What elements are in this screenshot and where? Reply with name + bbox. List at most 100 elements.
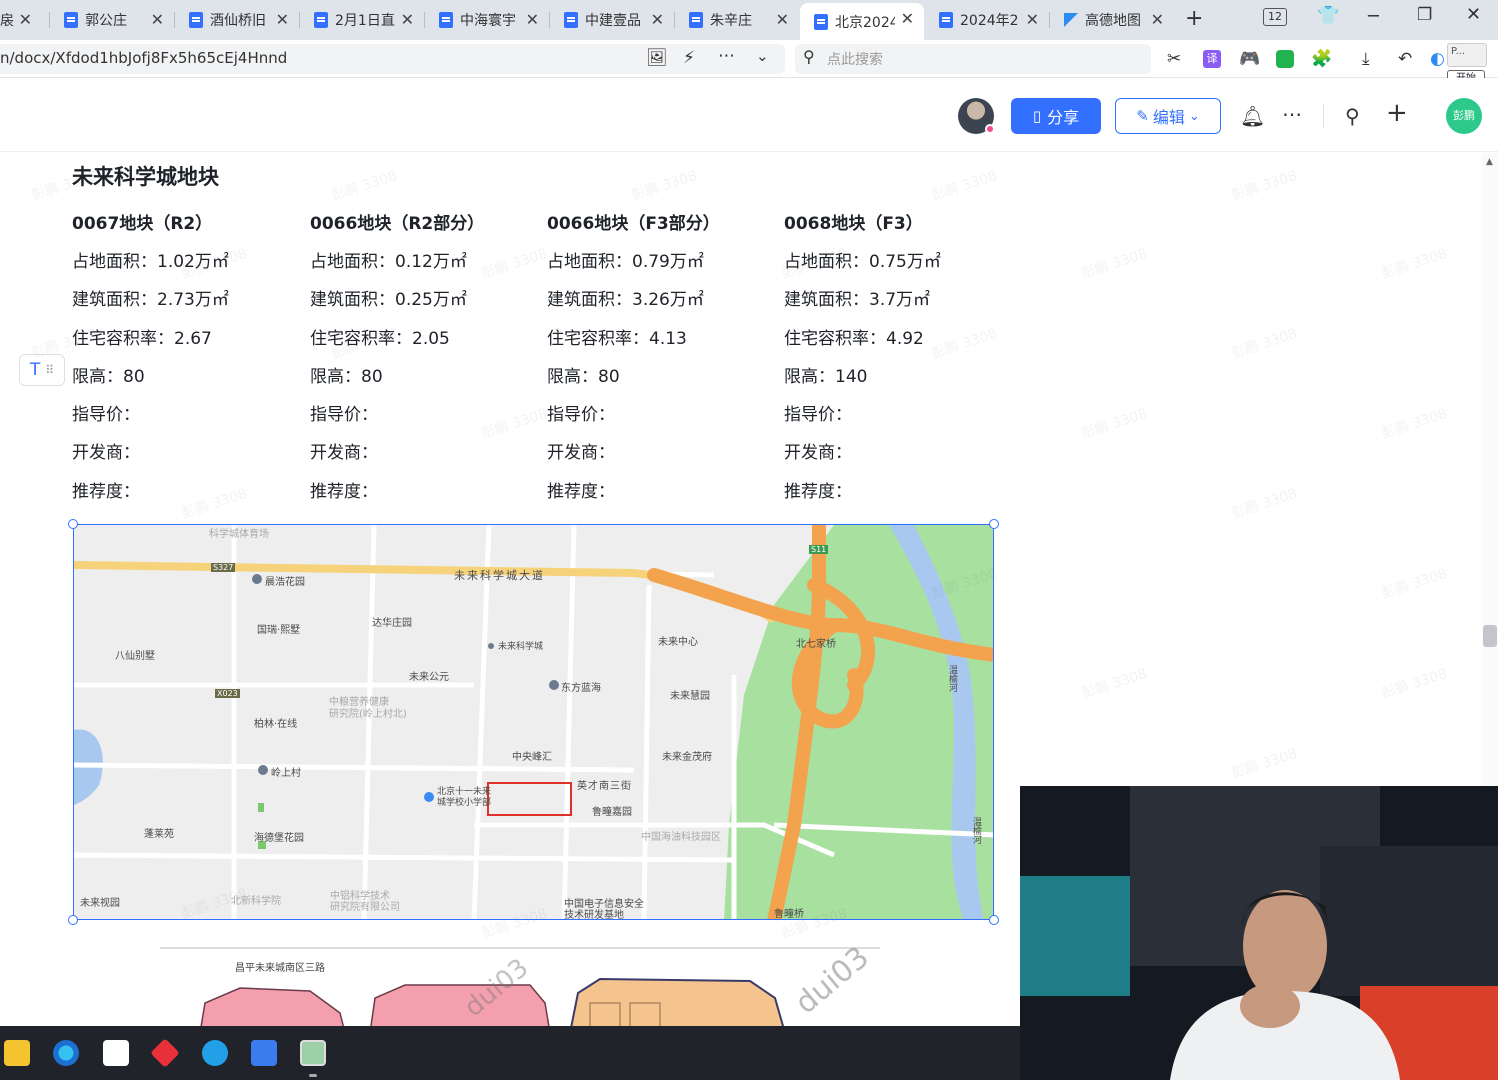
browser-icon[interactable] bbox=[202, 1040, 228, 1066]
app-red-icon[interactable] bbox=[150, 1038, 180, 1068]
guide-price: 指导价： bbox=[547, 405, 615, 426]
developer: 开发商： bbox=[310, 443, 378, 464]
resize-handle[interactable] bbox=[989, 915, 999, 925]
resize-handle[interactable] bbox=[68, 915, 78, 925]
browser-tab[interactable]: 朱辛庄 ✕ bbox=[675, 4, 799, 36]
extension-popup[interactable]: P... bbox=[1447, 43, 1487, 67]
file-explorer-icon[interactable] bbox=[4, 1040, 30, 1066]
block-handle[interactable]: T ⠿ bbox=[19, 354, 65, 386]
map-label: 岭上村 bbox=[271, 768, 301, 779]
game-icon[interactable]: 🎮 bbox=[1239, 49, 1260, 69]
recommendation: 推荐度： bbox=[72, 481, 140, 502]
watermark: 彭鹏 3308 bbox=[1229, 325, 1300, 363]
browser-tab[interactable]: 中建壹品 ✕ bbox=[550, 4, 674, 36]
share-button[interactable]: ▯ 分享 bbox=[1011, 98, 1101, 134]
watermark: 彭鹏 3308 bbox=[1079, 245, 1150, 283]
doc-icon bbox=[189, 12, 203, 28]
map-label: 晨浩花园 bbox=[265, 577, 305, 588]
search-input[interactable]: ⚲ 点此搜索 bbox=[795, 44, 1151, 74]
close-icon[interactable]: ✕ bbox=[776, 10, 789, 29]
plan-image[interactable]: 昌平未来城南区三路 dui03 dui03 bbox=[160, 943, 880, 1026]
browser-tab[interactable]: 高德地图 ✕ bbox=[1050, 4, 1174, 36]
land-area: 占地面积：1.02万㎡ bbox=[72, 252, 229, 272]
edge-icon[interactable] bbox=[53, 1040, 79, 1066]
text-type-icon: T bbox=[29, 360, 41, 380]
map-label: 未来科学城 bbox=[498, 642, 544, 652]
parcel-column: 0068地块（F3） 占地面积：0.75万㎡ 建筑面积：3.7万㎡ 住宅容积率：… bbox=[784, 209, 1014, 515]
close-icon[interactable]: ✕ bbox=[901, 9, 914, 28]
search-icon[interactable]: ⚲ bbox=[1345, 104, 1360, 128]
road-sign: S11 bbox=[809, 545, 829, 554]
store-icon[interactable] bbox=[103, 1040, 129, 1066]
chevron-down-icon[interactable]: ⌄ bbox=[756, 47, 769, 65]
lark-icon[interactable] bbox=[251, 1040, 277, 1066]
more-icon[interactable]: ⋯ bbox=[718, 46, 735, 66]
map-icon bbox=[1064, 12, 1078, 28]
edit-label: 编辑 bbox=[1152, 108, 1185, 127]
add-icon[interactable]: + bbox=[1386, 98, 1408, 128]
map-label: 东方蓝海 bbox=[561, 683, 601, 694]
floor-area-ratio: 住宅容积率：4.13 bbox=[547, 328, 687, 349]
status-dot bbox=[985, 124, 995, 134]
watermark: 彭鹏 3308 bbox=[1229, 167, 1300, 205]
close-icon[interactable]: ✕ bbox=[151, 10, 164, 29]
more-icon[interactable]: ⋯ bbox=[1282, 102, 1302, 126]
building-area: 建筑面积：0.25万㎡ bbox=[310, 290, 467, 311]
user-avatar[interactable]: 彭鹏 bbox=[1446, 98, 1482, 134]
close-icon[interactable]: ✕ bbox=[276, 10, 289, 29]
browser-tab[interactable]: 酒仙桥旧 ✕ bbox=[175, 4, 299, 36]
tab-count-badge[interactable]: 12 bbox=[1263, 8, 1287, 26]
minimize-icon[interactable]: ─ bbox=[1368, 6, 1379, 27]
restore-icon[interactable]: ❐ bbox=[1417, 5, 1432, 25]
close-icon[interactable]: ✕ bbox=[19, 10, 32, 29]
close-window-icon[interactable]: ✕ bbox=[1466, 4, 1481, 25]
close-icon[interactable]: ✕ bbox=[1151, 10, 1164, 29]
shirt-icon[interactable]: 👕 bbox=[1317, 5, 1339, 26]
new-tab-icon[interactable]: + bbox=[1185, 6, 1203, 31]
image-icon[interactable]: 🖼 bbox=[646, 48, 668, 68]
scrollbar-thumb[interactable] bbox=[1483, 625, 1497, 647]
browser-tab[interactable]: 2月1日直 ✕ bbox=[300, 4, 424, 36]
scroll-up-icon[interactable]: ▲ bbox=[1486, 157, 1493, 167]
extension-icon[interactable]: 🧩 bbox=[1311, 49, 1332, 69]
url-bar[interactable]: n/docx/Xfdod1hbJofj8Fx5h65cEj4Hnnd 🖼 ⚡ ⋯… bbox=[0, 44, 785, 74]
image-viewer-icon[interactable] bbox=[300, 1040, 326, 1066]
close-icon[interactable]: ✕ bbox=[651, 10, 664, 29]
map-label: 未来中心 bbox=[658, 637, 698, 648]
bookmark-icon[interactable] bbox=[1276, 50, 1294, 68]
developer: 开发商： bbox=[72, 443, 140, 464]
resize-handle[interactable] bbox=[989, 519, 999, 529]
edit-button[interactable]: ✎ 编辑 ⌄ bbox=[1115, 98, 1221, 134]
bell-icon[interactable]: 🔔︎ bbox=[1240, 104, 1265, 128]
taskbar bbox=[0, 1026, 1020, 1080]
watermark: 彭鹏 3308 bbox=[1229, 745, 1300, 783]
webcam-overlay bbox=[1020, 786, 1498, 1080]
browser-tab[interactable]: 2024年2 ✕ bbox=[925, 4, 1049, 36]
browser-logo-icon[interactable]: ◐ bbox=[1430, 49, 1445, 69]
map-label: 中央峰汇 bbox=[512, 752, 552, 763]
close-icon[interactable]: ✕ bbox=[401, 10, 414, 29]
browser-tab[interactable]: 郭公庄 ✕ bbox=[50, 4, 174, 36]
undo-icon[interactable]: ↶ bbox=[1398, 49, 1412, 69]
watermark: 彭鹏 3308 bbox=[1229, 485, 1300, 523]
browser-tab-active[interactable]: 北京2024 ✕ bbox=[800, 3, 924, 40]
close-icon[interactable]: ✕ bbox=[526, 10, 539, 29]
translate-icon[interactable]: 译 bbox=[1203, 50, 1221, 68]
scissors-icon[interactable]: ✂ bbox=[1167, 49, 1181, 69]
address-toolbar: n/docx/Xfdod1hbJofj8Fx5h65cEj4Hnnd 🖼 ⚡ ⋯… bbox=[0, 40, 1498, 88]
lightning-icon[interactable]: ⚡ bbox=[683, 48, 695, 68]
webcam-video bbox=[1020, 786, 1498, 1080]
map-image[interactable]: 科学城体育场 晨浩花园 未来科学城大道 八仙别墅 国瑞·熙墅 达华庄园 未来科学… bbox=[73, 524, 994, 920]
close-icon[interactable]: ✕ bbox=[1026, 10, 1039, 29]
map-label: 未来公元 bbox=[409, 672, 449, 683]
plan-road-label: 昌平未来城南区三路 bbox=[235, 963, 325, 974]
search-placeholder: 点此搜索 bbox=[827, 52, 883, 68]
browser-tab[interactable]: 中海寰宇 ✕ bbox=[425, 4, 549, 36]
tab-label: 中海寰宇 bbox=[460, 13, 516, 29]
browser-tab[interactable]: 扆 ✕ bbox=[0, 4, 42, 36]
drag-handle-icon: ⠿ bbox=[45, 363, 55, 377]
height-limit: 限高：80 bbox=[310, 366, 383, 387]
guide-price: 指导价： bbox=[784, 405, 852, 426]
resize-handle[interactable] bbox=[68, 519, 78, 529]
download-icon[interactable]: ⤓ bbox=[1362, 49, 1370, 69]
